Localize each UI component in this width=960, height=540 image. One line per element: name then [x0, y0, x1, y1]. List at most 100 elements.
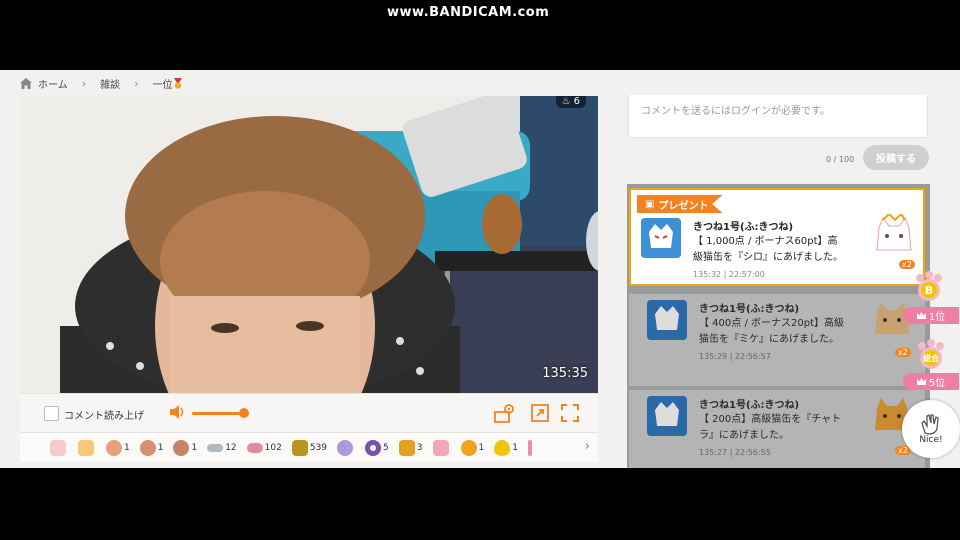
gift-sender-name[interactable]: きつね1号(ふ:きつね) [699, 300, 799, 315]
read-aloud-checkbox[interactable] [44, 406, 59, 421]
breadcrumb-home-label: ホーム [38, 79, 68, 91]
gift-feed: ▣ プレゼント きつね1号(ふ:きつね) 【 1,000点 / ボーナス60pt… [627, 184, 930, 468]
present-tag: ▣ プレゼント [637, 195, 723, 213]
yarn-icon [337, 439, 354, 456]
gift-count: 102 [264, 442, 282, 453]
gift-item[interactable] [78, 439, 96, 456]
breadcrumb-current: 一位 [153, 76, 183, 91]
gift-item[interactable]: 102 [246, 442, 282, 453]
gift-item[interactable]: 1 [460, 439, 485, 456]
breadcrumb-category[interactable]: 雑談 [100, 76, 120, 91]
viewer-icon: ♨ [561, 96, 571, 107]
gift-count: 1 [157, 442, 164, 453]
recording-watermark: www.BANDICAM.com [387, 5, 550, 20]
gift-message: 【 400点 / ボーナス20pt】高級猫缶を『ミケ』にあげました。 [699, 318, 844, 345]
gift-item[interactable]: 3 [398, 439, 423, 456]
comment-placeholder: コメントを送るにはログインが必要です。 [641, 106, 830, 117]
face-icon [106, 439, 122, 456]
video-player[interactable]: ♨ 6 135:35 [20, 96, 598, 393]
home-icon [20, 77, 32, 89]
gift-item[interactable] [50, 439, 68, 456]
nice-label: Nice! [919, 435, 943, 445]
viewer-count-value: 6 [573, 96, 580, 107]
box-icon [398, 439, 415, 456]
gift-count: 1 [191, 442, 198, 453]
gift-item[interactable]: 1 [106, 439, 130, 456]
breadcrumb-home[interactable]: ホーム [20, 76, 68, 91]
player-controls: コメント読み上げ [20, 393, 598, 432]
cat-can-icon [291, 439, 308, 456]
gift-feed-item: きつね1号(ふ:きつね) 【 400点 / ボーナス20pt】高級猫缶を『ミケ』… [629, 294, 925, 386]
gift-timestamp: 135:32 | 22:57:00 [693, 270, 765, 279]
gift-item[interactable]: 1 [139, 439, 164, 456]
gift-message: 【 1,000点 / ボーナス60pt】高級猫缶を『シロ』にあげました。 [693, 236, 843, 263]
gift-sender-name[interactable]: きつね1号(ふ:きつね) [699, 396, 799, 411]
nice-button[interactable]: Nice! [902, 400, 960, 458]
gift-feed-item: ▣ プレゼント きつね1号(ふ:きつね) 【 1,000点 / ボーナス60pt… [629, 188, 925, 286]
gift-feed-item: きつね1号(ふ:きつね) 【 200点】高級猫缶を『チャトラ』にあげました。 1… [629, 390, 925, 468]
donut-icon [365, 439, 382, 456]
gift-count: 1 [478, 442, 485, 453]
gift-message: 【 200点】高級猫缶を『チャトラ』にあげました。 [699, 414, 842, 441]
fox-mask-icon [641, 218, 681, 258]
gift-sender-name[interactable]: きつね1号(ふ:きつね) [693, 218, 793, 233]
crown-icon [916, 312, 926, 319]
gift-multiplier: x2 [895, 348, 911, 357]
present-tag-label: プレゼント [658, 200, 709, 212]
gift-item[interactable] [527, 439, 534, 456]
app-window: ホーム › 雑談 › 一位 ♨ 6 135:35 コメント読み上げ 1 1 1 … [0, 70, 960, 468]
face-icon [173, 439, 190, 456]
pink-item-icon [432, 439, 449, 456]
gift-item[interactable]: 1 [173, 439, 198, 456]
read-aloud-label: コメント読み上げ [64, 411, 144, 422]
avatar[interactable] [647, 300, 687, 340]
gift-count: 3 [416, 442, 423, 453]
post-button[interactable]: 投稿する [863, 145, 929, 170]
paw-b-icon[interactable]: B [912, 270, 946, 304]
gift-item[interactable] [432, 439, 451, 456]
white-cat-icon [876, 214, 912, 251]
settings-display-icon[interactable] [494, 403, 514, 423]
paw-total-icon[interactable]: 総合 [914, 338, 948, 372]
rank-b-value: 1位 [928, 312, 946, 323]
medal-icon [173, 77, 182, 89]
bread-icon [78, 439, 94, 456]
clap-hands-icon [921, 414, 939, 435]
gift-item[interactable]: 12 [207, 443, 237, 453]
rank-badge-b[interactable]: 1位 [903, 307, 959, 324]
stream-video-frame [20, 96, 598, 393]
volume-slider-handle[interactable] [239, 408, 249, 418]
paw-b-label: B [925, 284, 933, 297]
gift-bar: 1 1 1 12 102 539 5 3 1 1 › [20, 432, 598, 462]
avatar[interactable] [641, 218, 681, 258]
gift-item[interactable]: 5 [365, 439, 389, 456]
rank-badge-total[interactable]: 5位 [903, 373, 959, 390]
stream-elapsed-time: 135:35 [542, 366, 588, 381]
chevron-right-icon: › [134, 76, 139, 90]
avatar[interactable] [647, 396, 687, 436]
orange-ball-icon [460, 439, 477, 456]
gift-item[interactable]: 1 [494, 439, 518, 456]
face-icon [139, 439, 156, 456]
paw-total-label: 総合 [923, 353, 940, 363]
viewer-count: ♨ 6 [555, 96, 586, 108]
chevron-right-icon[interactable]: › [585, 439, 590, 454]
volume-slider[interactable] [192, 412, 242, 415]
fullscreen-icon[interactable] [560, 403, 580, 423]
breadcrumb-current-label: 一位 [152, 79, 173, 91]
gift-item[interactable] [337, 439, 355, 456]
gift-multiplier: x2 [899, 260, 915, 269]
balloon-icon [494, 439, 511, 456]
gift-timestamp: 135:27 | 22:56:55 [699, 448, 771, 457]
gift-count: 5 [383, 442, 389, 453]
comment-input[interactable]: コメントを送るにはログインが必要です。 [628, 95, 928, 138]
fox-mask-icon [647, 300, 687, 340]
popout-icon[interactable] [530, 403, 550, 423]
gift-item[interactable]: 539 [291, 439, 328, 456]
cake-icon [50, 439, 66, 456]
gift-box-icon: ▣ [645, 198, 655, 210]
gift-count: 1 [512, 442, 518, 453]
speaker-icon[interactable] [168, 403, 186, 421]
gift-count: 539 [309, 442, 328, 453]
fish-icon [207, 443, 224, 452]
